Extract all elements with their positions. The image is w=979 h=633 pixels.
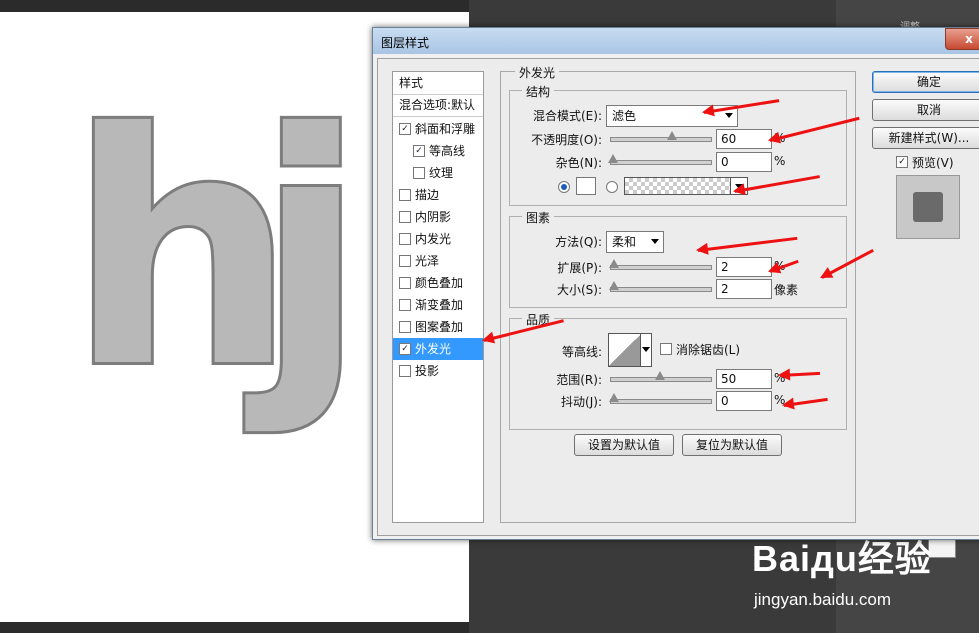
structure-title: 结构 bbox=[522, 83, 555, 100]
jitter-input[interactable]: 0 bbox=[716, 391, 772, 411]
antialias-label: 消除锯齿(L) bbox=[676, 343, 741, 357]
blend-options-item[interactable]: 混合选项:默认 bbox=[393, 94, 483, 116]
checkbox[interactable] bbox=[399, 365, 411, 377]
range-input[interactable]: 50 bbox=[716, 369, 772, 389]
outer-glow-group: 外发光 结构 混合模式(E): 滤色 不透明度(O): 60 % 杂色(N): … bbox=[500, 64, 856, 523]
spread-input[interactable]: 2 bbox=[716, 257, 772, 277]
noise-unit: % bbox=[774, 154, 786, 168]
opacity-input[interactable]: 60 bbox=[716, 129, 772, 149]
range-label: 范围(R): bbox=[556, 373, 602, 387]
spread-slider[interactable] bbox=[609, 259, 712, 270]
glow-color-swatch[interactable] bbox=[576, 177, 596, 195]
style-gradient-overlay[interactable]: 渐变叠加 bbox=[393, 294, 483, 316]
size-label: 大小(S): bbox=[556, 283, 602, 297]
style-texture[interactable]: 纹理 bbox=[393, 162, 483, 184]
checkbox[interactable] bbox=[399, 211, 411, 223]
spread-label: 扩展(P): bbox=[557, 261, 602, 275]
opacity-label: 不透明度(O): bbox=[531, 133, 602, 147]
checkbox[interactable] bbox=[399, 189, 411, 201]
checkbox[interactable] bbox=[399, 277, 411, 289]
noise-input[interactable]: 0 bbox=[716, 152, 772, 172]
style-bevel-emboss[interactable]: ✓ 斜面和浮雕 bbox=[393, 118, 483, 140]
close-button[interactable]: x bbox=[945, 28, 979, 50]
new-style-button[interactable]: 新建样式(W)... bbox=[872, 127, 979, 149]
style-pattern-overlay[interactable]: 图案叠加 bbox=[393, 316, 483, 338]
styles-list: 样式 混合选项:默认 ✓ 斜面和浮雕 ✓ 等高线 纹理 描边 内阴影 内发光 光泽 … bbox=[392, 71, 484, 523]
opacity-slider[interactable] bbox=[610, 131, 712, 142]
noise-label: 杂色(N): bbox=[555, 156, 602, 170]
style-inner-shadow[interactable]: 内阴影 bbox=[393, 206, 483, 228]
style-stroke[interactable]: 描边 bbox=[393, 184, 483, 206]
gradient-picker[interactable] bbox=[624, 177, 744, 195]
slider-thumb[interactable] bbox=[609, 259, 619, 268]
chevron-down-icon bbox=[642, 347, 650, 352]
checkbox[interactable] bbox=[399, 321, 411, 333]
style-color-overlay[interactable]: 颜色叠加 bbox=[393, 272, 483, 294]
checkbox[interactable] bbox=[399, 299, 411, 311]
method-label: 方法(Q): bbox=[555, 235, 602, 249]
structure-group: 结构 混合模式(E): 滤色 不透明度(O): 60 % 杂色(N): 0 % bbox=[509, 83, 847, 206]
color-radio[interactable] bbox=[558, 181, 570, 193]
style-contour[interactable]: ✓ 等高线 bbox=[393, 140, 483, 162]
checkbox[interactable] bbox=[399, 255, 411, 267]
style-outer-glow[interactable]: ✓ 外发光 bbox=[393, 338, 483, 360]
chevron-down-icon bbox=[651, 239, 659, 244]
blend-mode-label: 混合模式(E): bbox=[533, 109, 602, 123]
style-satin[interactable]: 光泽 bbox=[393, 250, 483, 272]
antialias-checkbox[interactable] bbox=[660, 343, 672, 355]
method-select[interactable]: 柔和 bbox=[606, 231, 664, 253]
outer-glow-title: 外发光 bbox=[515, 64, 560, 81]
slider-thumb[interactable] bbox=[609, 393, 619, 402]
preview-label: 预览(V) bbox=[912, 156, 954, 170]
checkbox[interactable] bbox=[413, 167, 425, 179]
elements-title: 图素 bbox=[522, 209, 555, 226]
noise-slider[interactable] bbox=[608, 154, 712, 165]
style-inner-glow[interactable]: 内发光 bbox=[393, 228, 483, 250]
contour-picker[interactable] bbox=[608, 333, 642, 367]
jitter-slider[interactable] bbox=[609, 393, 712, 404]
checkbox[interactable] bbox=[399, 233, 411, 245]
style-drop-shadow[interactable]: 投影 bbox=[393, 360, 483, 382]
slider-thumb[interactable] bbox=[655, 371, 665, 380]
baidu-watermark: Baiдu经验 jingyan.baidu.com bbox=[752, 530, 972, 630]
size-slider[interactable] bbox=[609, 281, 712, 292]
jitter-label: 抖动(J): bbox=[561, 395, 602, 409]
gradient-radio[interactable] bbox=[606, 181, 618, 193]
checkbox[interactable]: ✓ bbox=[413, 145, 425, 157]
slider-thumb[interactable] bbox=[667, 131, 677, 140]
layer-style-dialog: 图层样式 x 样式 混合选项:默认 ✓ 斜面和浮雕 ✓ 等高线 纹理 描边 内阴影 … bbox=[372, 27, 979, 540]
styles-list-header[interactable]: 样式 bbox=[393, 72, 483, 94]
set-default-button[interactable]: 设置为默认值 bbox=[574, 434, 674, 456]
cancel-button[interactable]: 取消 bbox=[872, 99, 979, 121]
dialog-title: 图层样式 bbox=[381, 36, 430, 50]
contour-label: 等高线: bbox=[561, 345, 602, 359]
reset-default-button[interactable]: 复位为默认值 bbox=[682, 434, 782, 456]
slider-thumb[interactable] bbox=[609, 281, 619, 290]
checkbox[interactable]: ✓ bbox=[399, 343, 411, 355]
ok-button[interactable]: 确定 bbox=[872, 71, 979, 93]
checkbox[interactable]: ✓ bbox=[399, 123, 411, 135]
chevron-down-icon bbox=[725, 113, 733, 118]
preview-shape bbox=[913, 192, 943, 222]
size-input[interactable]: 2 bbox=[716, 279, 772, 299]
watermark-url: jingyan.baidu.com bbox=[754, 590, 892, 609]
size-unit: 像素 bbox=[774, 283, 799, 297]
divider bbox=[393, 116, 483, 117]
dialog-titlebar[interactable]: 图层样式 x bbox=[373, 28, 979, 54]
contour-dropdown[interactable] bbox=[640, 333, 652, 367]
slider-thumb[interactable] bbox=[608, 154, 618, 163]
range-slider[interactable] bbox=[610, 371, 712, 382]
style-preview-swatch bbox=[896, 175, 960, 239]
dialog-client: 样式 混合选项:默认 ✓ 斜面和浮雕 ✓ 等高线 纹理 描边 内阴影 内发光 光泽 … bbox=[377, 58, 979, 536]
canvas-letter-j: j bbox=[253, 66, 369, 438]
preview-checkbox[interactable]: ✓ bbox=[896, 156, 908, 168]
